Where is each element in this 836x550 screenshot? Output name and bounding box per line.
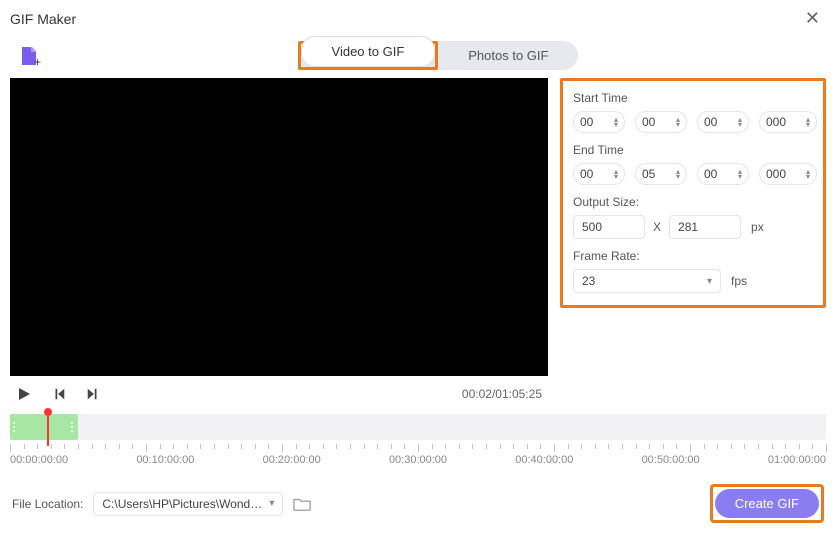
app-logo-icon: + <box>18 44 42 68</box>
segment-handle-left[interactable] <box>13 414 17 440</box>
frame-rate-select[interactable]: 23 ▾ <box>573 269 721 293</box>
stepper-icon[interactable]: ▴▾ <box>614 117 618 127</box>
output-size-row: 500 X 281 px <box>573 215 813 239</box>
window-title: GIF Maker <box>10 11 76 27</box>
timecode: 00:02/01:05:25 <box>462 387 542 401</box>
create-gif-highlight: Create GIF <box>710 484 824 523</box>
ruler-mark: 01:00:00:00 <box>768 454 826 466</box>
elapsed-time: 00:02 <box>462 387 492 401</box>
ruler-mark: 00:00:00:00 <box>10 454 68 466</box>
total-time: 01:05:25 <box>495 387 542 401</box>
start-ms[interactable]: 000▴▾ <box>759 111 817 133</box>
close-icon[interactable]: ✕ <box>799 6 826 31</box>
stepper-icon[interactable]: ▴▾ <box>738 169 742 179</box>
browse-folder-icon[interactable] <box>293 496 311 512</box>
stepper-icon[interactable]: ▴▾ <box>738 117 742 127</box>
ruler-mark: 00:40:00:00 <box>515 454 573 466</box>
tab-video-to-gif[interactable]: Video to GIF <box>301 36 436 67</box>
end-minutes[interactable]: 05▴▾ <box>635 163 687 185</box>
end-ms[interactable]: 000▴▾ <box>759 163 817 185</box>
chevron-down-icon: ▾ <box>269 498 274 509</box>
segment-handle-right[interactable] <box>71 414 75 440</box>
end-time-label: End Time <box>573 143 813 157</box>
size-unit: px <box>751 220 764 234</box>
stepper-icon[interactable]: ▴▾ <box>614 169 618 179</box>
tab-video-highlight: Video to GIF <box>298 41 439 70</box>
stepper-icon[interactable]: ▴▾ <box>806 117 810 127</box>
mode-tabs: Video to GIF Photos to GIF <box>298 41 579 70</box>
ruler-mark: 00:20:00:00 <box>263 454 321 466</box>
settings-panel: Start Time 00▴▾ 00▴▾ 00▴▾ 000▴▾ End Time… <box>560 78 826 308</box>
output-height-input[interactable]: 281 <box>669 215 741 239</box>
start-time-row: 00▴▾ 00▴▾ 00▴▾ 000▴▾ <box>573 111 813 133</box>
start-time-label: Start Time <box>573 91 813 105</box>
tab-photos-to-gif[interactable]: Photos to GIF <box>438 41 578 70</box>
stepper-icon[interactable]: ▴▾ <box>676 117 680 127</box>
end-time-row: 00▴▾ 05▴▾ 00▴▾ 000▴▾ <box>573 163 813 185</box>
ruler-mark: 00:10:00:00 <box>136 454 194 466</box>
ruler-mark: 00:30:00:00 <box>389 454 447 466</box>
start-seconds[interactable]: 00▴▾ <box>697 111 749 133</box>
play-icon[interactable] <box>16 386 32 402</box>
prev-frame-icon[interactable] <box>52 387 66 401</box>
start-hours[interactable]: 00▴▾ <box>573 111 625 133</box>
player-controls: 00:02/01:05:25 <box>10 376 548 412</box>
output-size-label: Output Size: <box>573 195 813 209</box>
file-location-select[interactable]: C:\Users\HP\Pictures\Wondersh ▾ <box>93 492 283 516</box>
frame-rate-row: 23 ▾ fps <box>573 269 813 293</box>
ruler-mark: 00:50:00:00 <box>642 454 700 466</box>
end-hours[interactable]: 00▴▾ <box>573 163 625 185</box>
fps-unit: fps <box>731 274 747 288</box>
video-preview[interactable] <box>10 78 548 376</box>
next-frame-icon[interactable] <box>86 387 100 401</box>
dimension-separator: X <box>653 220 661 234</box>
chevron-down-icon: ▾ <box>707 276 712 287</box>
stepper-icon[interactable]: ▴▾ <box>806 169 810 179</box>
selection-segment[interactable] <box>10 414 78 440</box>
end-seconds[interactable]: 00▴▾ <box>697 163 749 185</box>
stepper-icon[interactable]: ▴▾ <box>676 169 680 179</box>
start-minutes[interactable]: 00▴▾ <box>635 111 687 133</box>
create-gif-button[interactable]: Create GIF <box>715 489 819 518</box>
svg-text:+: + <box>34 55 41 68</box>
output-width-input[interactable]: 500 <box>573 215 645 239</box>
timeline-track[interactable] <box>10 414 826 440</box>
frame-rate-label: Frame Rate: <box>573 249 813 263</box>
timeline-ruler: 00:00:00:00 00:10:00:00 00:20:00:00 00:30:0… <box>10 444 826 470</box>
file-location-label: File Location: <box>12 497 83 511</box>
